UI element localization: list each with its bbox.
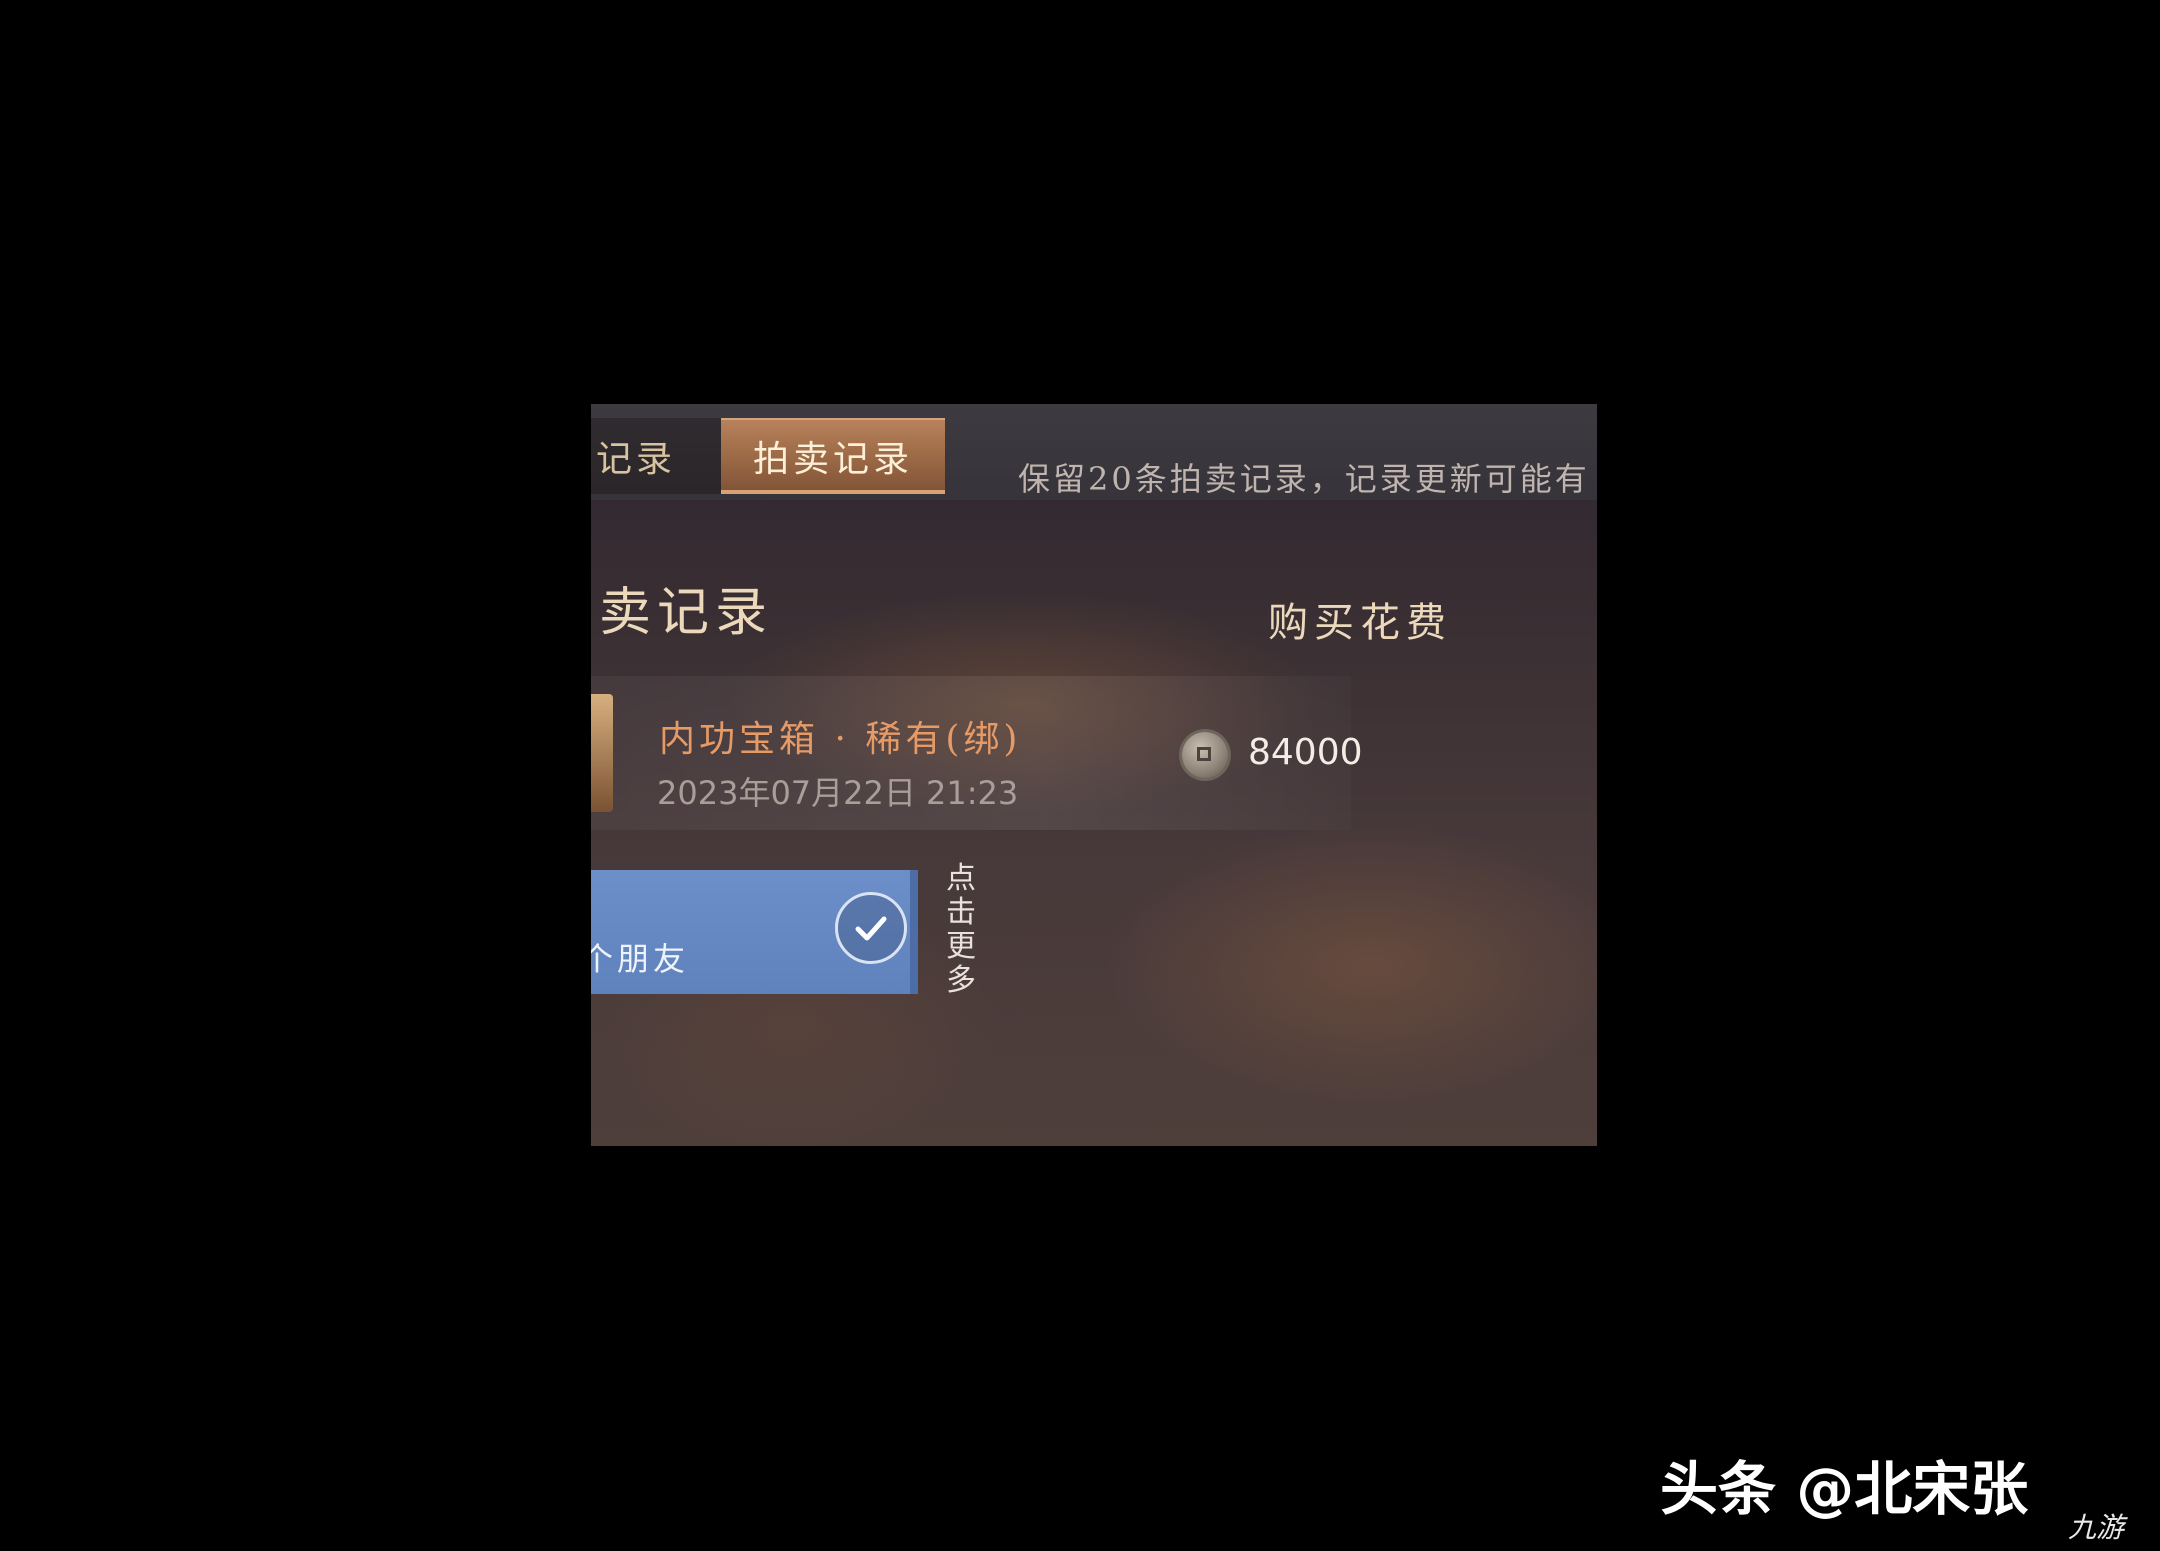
chest-icon	[591, 694, 613, 812]
tab-trade-record-label: 记录	[595, 439, 676, 480]
friend-banner-text: 个朋友	[591, 940, 690, 978]
item-name: 内功宝箱 · 稀有(绑)	[659, 719, 1022, 760]
tab-trade-record[interactable]: 记录	[591, 418, 721, 494]
jiuyou-watermark: 九游	[2068, 1511, 2125, 1544]
game-screenshot-panel: 记录 拍卖记录 保留20条拍卖记录，记录更新可能有 卖记录 购买花费 内功宝箱 …	[591, 404, 1597, 1146]
section-title: 卖记录	[599, 583, 774, 643]
item-time: 2023年07月22日 21:23	[657, 774, 1019, 812]
page: 记录 拍卖记录 保留20条拍卖记录，记录更新可能有 卖记录 购买花费 内功宝箱 …	[0, 0, 2160, 1551]
toutiao-watermark: 头条 @北宋张	[1660, 1455, 2029, 1523]
more-link[interactable]: 点击更多	[941, 862, 981, 998]
coin-icon	[1182, 732, 1228, 778]
record-retention-note: 保留20条拍卖记录，记录更新可能有	[1018, 460, 1590, 498]
column-header-cost: 购买花费	[1268, 600, 1452, 646]
friend-banner[interactable]: 个朋友	[591, 870, 918, 994]
tab-auction-record-label: 拍卖记录	[752, 439, 913, 480]
cost-value: 84000	[1248, 732, 1363, 773]
tab-bar: 记录 拍卖记录 保留20条拍卖记录，记录更新可能有	[591, 404, 1597, 500]
check-icon[interactable]	[835, 892, 907, 964]
tab-auction-record[interactable]: 拍卖记录	[721, 418, 945, 494]
table-row[interactable]: 内功宝箱 · 稀有(绑) 2023年07月22日 21:23 84000	[591, 676, 1363, 830]
